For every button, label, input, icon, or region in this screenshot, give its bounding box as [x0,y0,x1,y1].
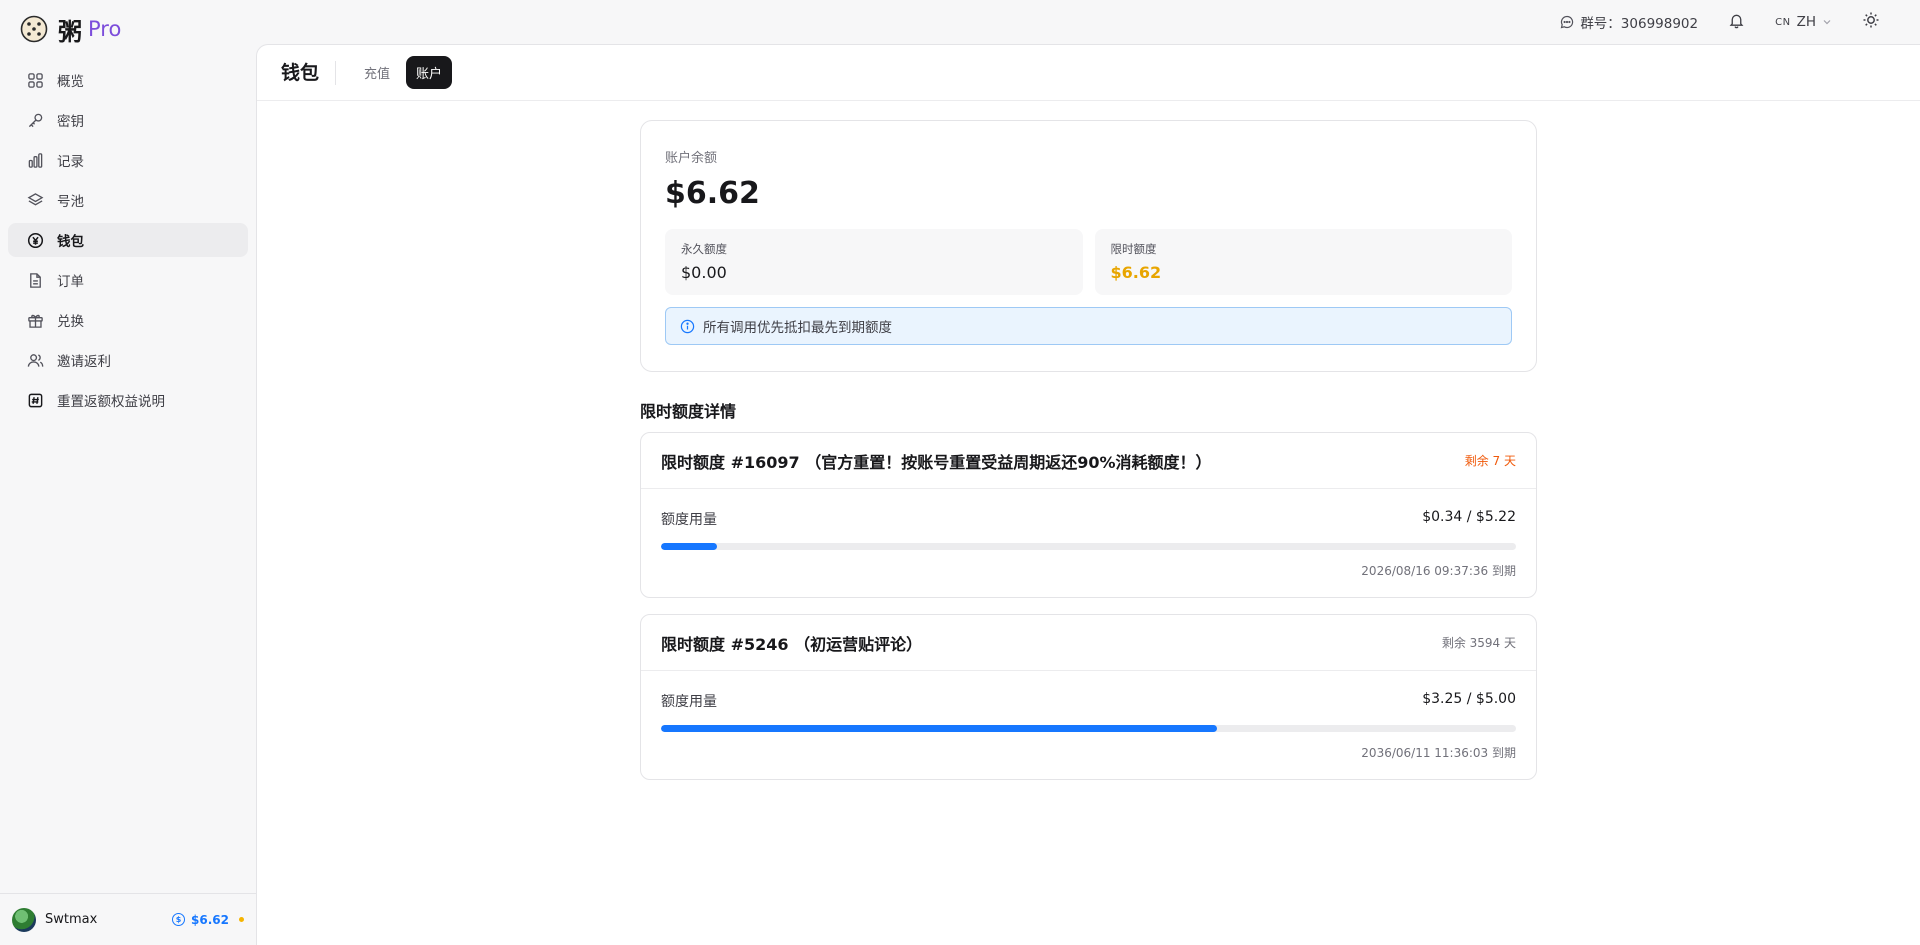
brand-name: 粥 [58,17,82,46]
balance-amount: $6.62 [665,176,760,211]
tab-recharge[interactable]: 充值 [354,56,400,89]
quota-progress-fill [661,725,1217,732]
group-number: 群号：306998902 [1580,16,1699,32]
gift-icon [26,311,44,329]
balance-breakdown: 永久额度 $0.00 限时额度 $6.62 [665,229,1512,295]
language-selector[interactable]: CN ZH [1775,14,1832,30]
group-info[interactable]: 群号：306998902 [1560,12,1698,32]
language-code: CN [1775,16,1791,28]
users-icon [26,351,44,369]
balance-label: 账户余额 [665,151,718,166]
limited-quota-label: 限时额度 [1110,242,1157,256]
layers-icon [26,191,44,209]
user-name: Swtmax [45,912,98,927]
quota-usage-value: $3.25 / $5.00 [1422,691,1516,707]
dice-logo-icon [20,15,48,43]
permanent-quota-value: $0.00 [681,263,727,282]
limited-quota-box: 限时额度 $6.62 [1094,229,1512,295]
sidebar-item-overview[interactable]: 概览 [8,63,248,97]
quota-title: 限时额度 #16097 （官方重置！按账号重置受益周期返还90%消耗额度！） [661,452,1212,472]
sidebar-item-orders[interactable]: 订单 [8,263,248,297]
quota-header: 限时额度 #5246 （初运营贴评论） 剩余 3594 天 [641,615,1536,671]
wallet-tabs: 充值 账户 [354,56,453,89]
user-balance[interactable]: $ $6.62 [172,913,244,927]
quota-progress-bar [661,725,1516,732]
brand-suffix: Pro [88,17,122,41]
quota-expiry: 2036/06/11 11:36:03 到期 [1361,746,1516,760]
file-icon [26,271,44,289]
status-dot [239,917,244,922]
brand[interactable]: 粥 Pro [20,14,122,46]
quota-usage-value: $0.34 / $5.22 [1422,509,1516,525]
sidebar-item-redeem[interactable]: 兑换 [8,303,248,337]
bar-chart-icon [26,151,44,169]
chevron-down-icon [1823,20,1831,25]
sidebar-item-reset-rules[interactable]: 重置返额权益说明 [8,383,248,417]
quota-body: 额度用量 $3.25 / $5.00 2036/06/11 11:36:03 到… [641,671,1536,761]
quota-header: 限时额度 #16097 （官方重置！按账号重置受益周期返还90%消耗额度！） 剩… [641,433,1536,489]
info-notice: 所有调用优先抵扣最先到期额度 [665,307,1512,345]
hash-icon [26,391,44,409]
quota-usage-row: 额度用量 $0.34 / $5.22 [661,509,1516,529]
sidebar-item-pool[interactable]: 号池 [8,183,248,217]
quota-card: 限时额度 #16097 （官方重置！按账号重置受益周期返还90%消耗额度！） 剩… [640,432,1537,598]
info-icon [680,319,695,333]
sidebar-item-label: 记录 [57,154,84,170]
quota-expiry: 2026/08/16 09:37:36 到期 [1361,564,1516,578]
quota-card: 限时额度 #5246 （初运营贴评论） 剩余 3594 天 额度用量 $3.25… [640,614,1537,780]
sidebar-item-label: 兑换 [57,314,84,330]
chat-bubble-icon [1560,15,1574,29]
avatar [12,907,36,932]
quota-remaining: 剩余 7 天 [1464,454,1516,468]
limited-quota-value: $6.62 [1110,263,1162,282]
sidebar-item-referral[interactable]: 邀请返利 [8,343,248,377]
dollar-coin-icon: $ [172,913,186,926]
sidebar-nav: 概览 密钥 记录 号池 钱包 订单 兑换 邀请返利 重置返额权益说明 [8,63,248,423]
quota-usage-label: 额度用量 [661,512,717,528]
sidebar-item-label: 邀请返利 [57,354,111,370]
sidebar-item-label: 密钥 [57,114,84,130]
sidebar-item-label: 重置返额权益说明 [57,394,165,410]
quota-usage-label: 额度用量 [661,694,717,710]
notice-text: 所有调用优先抵扣最先到期额度 [703,320,892,336]
permanent-quota-label: 永久额度 [681,242,727,256]
page-title: 钱包 [281,60,337,85]
grid-icon [26,71,44,89]
quota-progress-bar [661,543,1516,550]
sidebar-item-keys[interactable]: 密钥 [8,103,248,137]
permanent-quota-box: 永久额度 $0.00 [665,229,1083,295]
sidebar: 粥 Pro 概览 密钥 记录 号池 钱包 订单 兑换 邀请返利 重置返额权益说明… [0,0,256,945]
quota-remaining: 剩余 3594 天 [1441,636,1516,650]
language-label: ZH [1796,14,1816,30]
yen-icon [26,231,44,249]
main-panel: 钱包 充值 账户 账户余额 $6.62 永久额度 $0.00 限时额度 $6.6… [256,44,1920,945]
sidebar-item-wallet[interactable]: 钱包 [8,223,248,257]
quota-body: 额度用量 $0.34 / $5.22 2026/08/16 09:37:36 到… [641,489,1536,579]
page-header: 钱包 充值 账户 [257,45,1920,101]
quota-usage-row: 额度用量 $3.25 / $5.00 [661,691,1516,711]
sidebar-item-label: 号池 [57,194,84,210]
sidebar-item-label: 钱包 [57,234,84,250]
user-bar[interactable]: Swtmax $ $6.62 [0,893,256,945]
bell-icon[interactable] [1728,12,1745,33]
balance-card: 账户余额 $6.62 永久额度 $0.00 限时额度 $6.62 所有调用优先抵… [640,120,1537,372]
sidebar-item-label: 概览 [57,74,84,90]
quota-title: 限时额度 #5246 （初运营贴评论） [661,634,923,654]
tab-account[interactable]: 账户 [406,56,453,89]
sidebar-item-records[interactable]: 记录 [8,143,248,177]
user-balance-value: $6.62 [191,912,229,927]
quota-progress-fill [661,543,717,550]
section-title: 限时额度详情 [640,402,737,421]
key-icon [26,111,44,129]
theme-toggle-sun-icon[interactable] [1862,11,1880,33]
wallet-content: 账户余额 $6.62 永久额度 $0.00 限时额度 $6.62 所有调用优先抵… [640,120,1537,796]
topbar: 群号：306998902 CN ZH [256,0,1920,44]
sidebar-item-label: 订单 [57,274,84,290]
